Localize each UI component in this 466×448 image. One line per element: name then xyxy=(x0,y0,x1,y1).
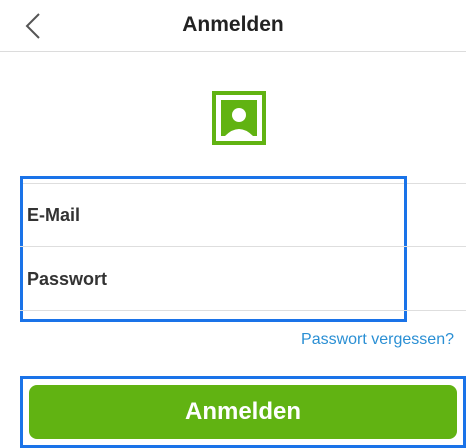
page-title: Anmelden xyxy=(182,13,284,36)
login-button-frame: Anmelden xyxy=(20,376,466,448)
forgot-password-link[interactable]: Passwort vergessen? xyxy=(301,331,454,349)
login-button[interactable]: Anmelden xyxy=(29,385,457,439)
divider xyxy=(20,310,466,311)
email-field[interactable] xyxy=(27,195,397,235)
user-photo-icon xyxy=(212,91,266,145)
header: Anmelden xyxy=(0,0,466,52)
password-field[interactable] xyxy=(27,259,397,299)
divider xyxy=(20,246,466,247)
